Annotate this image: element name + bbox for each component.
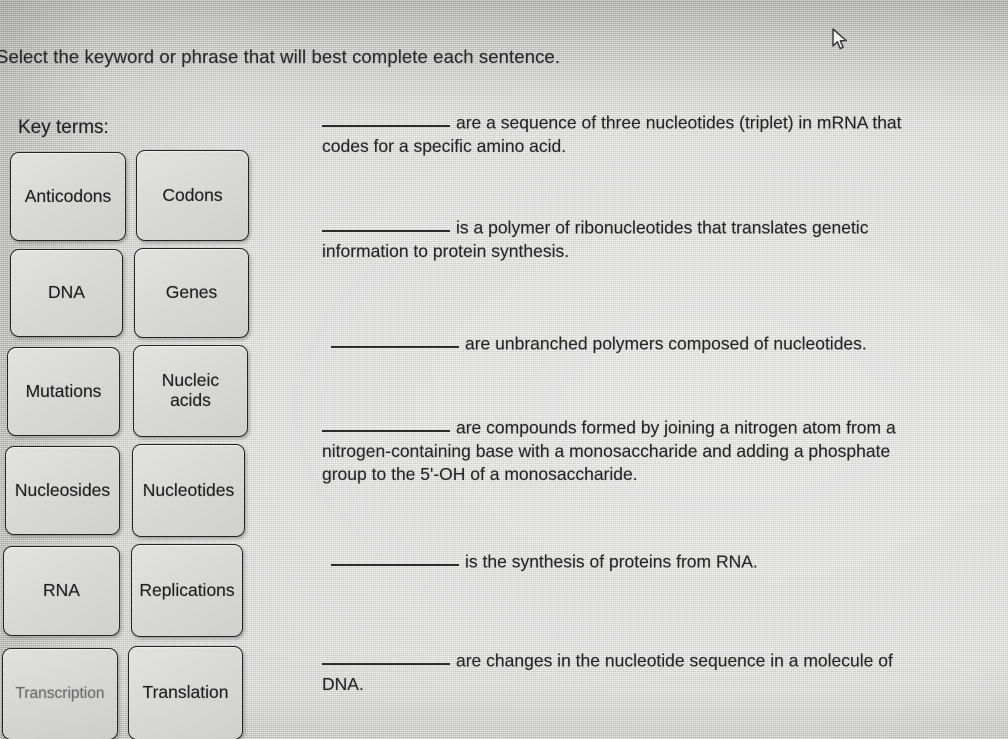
key-term-tile-nucleic-acids[interactable]: Nucleic acids: [133, 345, 248, 437]
key-term-tile-anticodons[interactable]: Anticodons: [10, 152, 126, 241]
key-term-tile-label: Replications: [139, 579, 235, 600]
key-term-tile-label: Nucleic acids: [161, 370, 220, 410]
blank-1[interactable]: [322, 108, 450, 127]
key-term-tile-replications[interactable]: Replications: [131, 544, 243, 637]
key-term-tile-transcription[interactable]: Transcription: [2, 648, 118, 739]
key-term-tile-label: Nucleotides: [142, 479, 235, 500]
key-term-tile-nucleotides[interactable]: Nucleotides: [132, 444, 245, 537]
fill-in-sentence-6: are changes in the nucleotide sequence i…: [322, 646, 934, 696]
key-term-tile-label: DNA: [48, 282, 85, 303]
key-terms-label: Key terms:: [18, 117, 109, 138]
key-term-tile-label: Anticodons: [24, 185, 112, 206]
key-term-tile-label: Mutations: [25, 380, 102, 401]
sentence-text: is the synthesis of proteins from RNA.: [465, 551, 758, 572]
key-term-tile-label: Translation: [142, 682, 229, 703]
key-term-tile-codons[interactable]: Codons: [136, 150, 249, 241]
key-term-tile-label: RNA: [43, 580, 80, 601]
page-title: Select the keyword or phrase that will b…: [0, 46, 561, 67]
key-term-tile-label: Transcription: [15, 685, 105, 703]
blank-3[interactable]: [331, 329, 459, 348]
fill-in-sentence-3: are unbranched polymers composed of nucl…: [331, 329, 921, 356]
key-term-tile-rna[interactable]: RNA: [3, 546, 120, 636]
key-term-tile-genes[interactable]: Genes: [134, 248, 249, 338]
fill-in-sentence-2: is a polymer of ribonucleotides that tra…: [322, 213, 892, 263]
fill-in-sentence-5: is the synthesis of proteins from RNA.: [331, 547, 891, 574]
blank-6[interactable]: [322, 646, 450, 665]
key-term-tile-mutations[interactable]: Mutations: [7, 347, 120, 436]
blank-4[interactable]: [322, 413, 450, 432]
blank-2[interactable]: [322, 213, 450, 232]
key-term-tile-label: Nucleosides: [14, 479, 111, 500]
fill-in-sentence-4: are compounds formed by joining a nitrog…: [322, 413, 927, 486]
screenshot-root: Select the keyword or phrase that will b…: [0, 0, 1008, 739]
sentence-text: are unbranched polymers composed of nucl…: [465, 333, 867, 354]
key-term-tile-dna[interactable]: DNA: [10, 249, 123, 337]
key-term-tile-nucleosides[interactable]: Nucleosides: [5, 446, 120, 535]
key-term-tile-label: Codons: [162, 184, 223, 205]
blank-5[interactable]: [331, 547, 459, 566]
key-term-tile-label: Genes: [165, 282, 218, 303]
fill-in-sentence-1: are a sequence of three nucleotides (tri…: [322, 108, 922, 158]
key-term-tile-translation[interactable]: Translation: [128, 646, 243, 739]
